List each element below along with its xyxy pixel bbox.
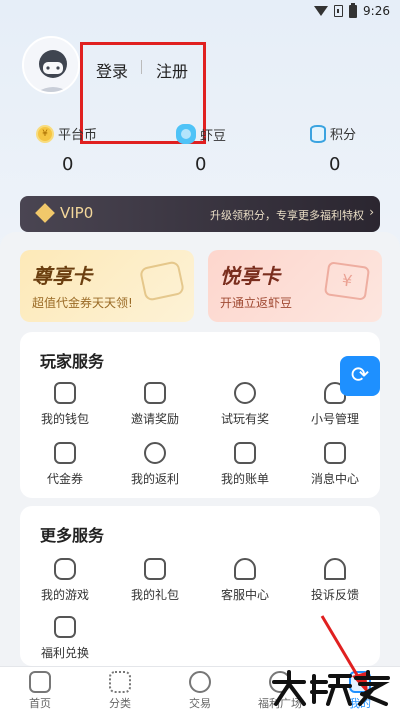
- grid-label: 代金券: [46, 472, 83, 486]
- grid-label: 邀请奖励: [130, 412, 179, 426]
- tab-label: 福利广场: [258, 697, 302, 710]
- grid-label: 消息中心: [310, 472, 359, 486]
- avatar[interactable]: [22, 36, 80, 94]
- gamepad-icon: [54, 558, 76, 580]
- tab-mine[interactable]: 我的: [320, 667, 400, 712]
- wallet-icon: [54, 382, 76, 404]
- user-icon: [349, 671, 371, 693]
- promo-subtitle: 超值代金券天天领!: [32, 296, 133, 310]
- grid-item-feedback[interactable]: 投诉反馈: [290, 558, 380, 608]
- grid-label: 试玩有奖: [220, 412, 269, 426]
- grid-label: 投诉反馈: [310, 588, 359, 602]
- grid-label: 我的账单: [220, 472, 269, 486]
- grid-item-rebates[interactable]: 我的返利: [110, 442, 200, 492]
- stat-label: 积分: [330, 128, 357, 143]
- more-services-panel: 更多服务 我的游戏 我的礼包 客服中心 投诉反馈 福利兑换: [20, 506, 380, 666]
- tab-category[interactable]: 分类: [80, 667, 160, 712]
- section-title: 更多服务: [40, 526, 105, 545]
- grid-label: 我的礼包: [130, 588, 179, 602]
- login-divider: [141, 60, 142, 74]
- grid-item-trial[interactable]: 试玩有奖: [200, 382, 290, 432]
- exchange-ticket-icon: [54, 616, 76, 638]
- grid-label: 福利兑换: [40, 646, 89, 660]
- grid-item-customer-service[interactable]: 客服中心: [200, 558, 290, 608]
- promo-subtitle: 开通立返虾豆: [220, 296, 293, 310]
- tab-welfare-plaza[interactable]: 福利广场: [240, 667, 320, 712]
- stat-label: 平台币: [58, 128, 98, 143]
- message-icon: [324, 442, 346, 464]
- refresh-button[interactable]: ⟳: [340, 356, 380, 396]
- voucher-icon: ¥: [323, 261, 371, 301]
- vip-bar[interactable]: VIP0 升级领积分，专享更多福利特权 ›: [20, 196, 380, 232]
- grid-icon: [109, 671, 131, 693]
- bill-icon: [234, 442, 256, 464]
- grid-item-invite[interactable]: 邀请奖励: [110, 382, 200, 432]
- joy-card-promo[interactable]: 悦享卡 开通立返虾豆 ¥: [208, 250, 382, 322]
- coin-icon: ¥: [36, 124, 54, 143]
- register-link[interactable]: 注册: [156, 58, 188, 82]
- welfare-icon: [269, 671, 291, 693]
- points-icon: [310, 124, 326, 143]
- ticket-icon: [138, 260, 186, 302]
- status-time: 9:26: [363, 4, 390, 18]
- tab-trade[interactable]: 交易: [160, 667, 240, 712]
- gift-icon: [144, 558, 166, 580]
- stat-points[interactable]: 积分 0: [310, 124, 400, 180]
- shrimp-bean-icon: [176, 124, 196, 144]
- grid-label: 小号管理: [310, 412, 359, 426]
- status-bar: 9:26: [0, 0, 400, 24]
- grid-item-bills[interactable]: 我的账单: [200, 442, 290, 492]
- alarm-light-icon: [324, 558, 346, 580]
- promo-title: 尊享卡: [32, 264, 92, 288]
- stat-platform-coin[interactable]: ¥ 平台币 0: [36, 124, 136, 180]
- rebate-coin-icon: [144, 442, 166, 464]
- section-title: 玩家服务: [40, 352, 105, 371]
- battery-icon: [349, 2, 358, 18]
- bottom-tab-bar: 首页 分类 交易 福利广场 我的: [0, 666, 400, 712]
- compass-icon: [234, 382, 256, 404]
- wifi-icon: [314, 6, 329, 16]
- coupon-icon: [54, 442, 76, 464]
- chevron-right-icon: ›: [369, 205, 374, 219]
- grid-label: 客服中心: [220, 588, 269, 602]
- login-link[interactable]: 登录: [96, 58, 128, 82]
- tab-label: 首页: [29, 697, 51, 710]
- grid-label: 我的游戏: [40, 588, 89, 602]
- trade-icon: [189, 671, 211, 693]
- stat-label: 虾豆: [200, 128, 227, 144]
- grid-label: 我的钱包: [40, 412, 89, 426]
- vip-level: VIP0: [60, 204, 94, 222]
- tab-label: 分类: [109, 697, 131, 710]
- vip-card-promo[interactable]: 尊享卡 超值代金券天天领!: [20, 250, 194, 322]
- stat-value: 0: [329, 154, 341, 175]
- refresh-icon: ⟳: [350, 363, 370, 388]
- grid-item-vouchers[interactable]: 代金券: [20, 442, 110, 492]
- stat-value: 0: [62, 154, 74, 175]
- envelope-icon: [144, 382, 166, 404]
- sim-card-icon: [334, 5, 344, 17]
- tab-label: 交易: [189, 697, 211, 710]
- grid-item-gift-packs[interactable]: 我的礼包: [110, 558, 200, 608]
- promo-title: 悦享卡: [220, 264, 280, 288]
- stat-value: 0: [195, 154, 207, 175]
- grid-label: 我的返利: [130, 472, 179, 486]
- vip-hint: 升级领积分，专享更多福利特权: [210, 209, 364, 222]
- grid-item-messages[interactable]: 消息中心: [290, 442, 380, 492]
- home-icon: [29, 671, 51, 693]
- player-services-panel: 玩家服务 我的钱包 邀请奖励 试玩有奖 小号管理 代金券 我的返利 我的账单 消…: [20, 332, 380, 498]
- tab-home[interactable]: 首页: [0, 667, 80, 712]
- grid-item-welfare-exchange[interactable]: 福利兑换: [20, 616, 110, 666]
- tab-label: 我的: [349, 697, 371, 710]
- grid-item-wallet[interactable]: 我的钱包: [20, 382, 110, 432]
- headset-icon: [234, 558, 256, 580]
- grid-item-my-games[interactable]: 我的游戏: [20, 558, 110, 608]
- diamond-icon: [35, 203, 55, 223]
- stat-shrimp-bean[interactable]: 虾豆 0: [176, 124, 276, 180]
